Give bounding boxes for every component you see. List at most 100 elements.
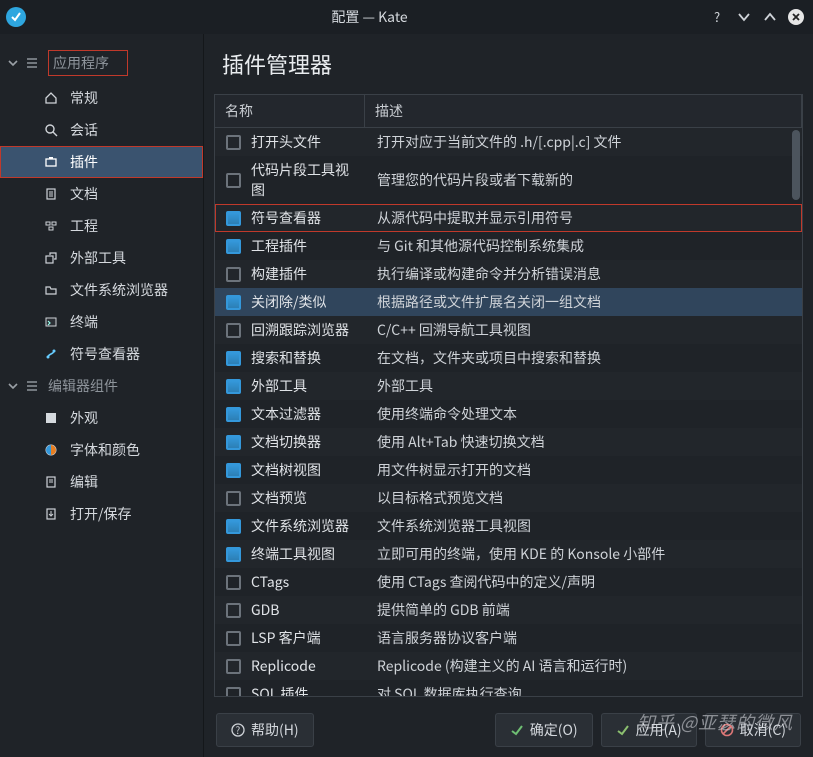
table-row[interactable]: 外部工具外部工具	[215, 372, 802, 400]
plugin-checkbox[interactable]	[226, 575, 241, 590]
plugin-desc: 从源代码中提取并显示引用符号	[365, 208, 802, 228]
close-button[interactable]	[785, 6, 807, 28]
sidebar-item-label: 插件	[70, 152, 98, 172]
table-row[interactable]: GDB提供简单的 GDB 前端	[215, 596, 802, 624]
table-row[interactable]: 关闭除/类似根据路径或文件扩展名关闭一组文档	[215, 288, 802, 316]
plugin-checkbox[interactable]	[226, 435, 241, 450]
table-row[interactable]: SQL 插件对 SQL 数据库执行查询	[215, 680, 802, 696]
table-row[interactable]: 文本过滤器使用终端命令处理文本	[215, 400, 802, 428]
help-button[interactable]: ? 帮助(H)	[216, 713, 314, 747]
plugin-checkbox[interactable]	[226, 631, 241, 646]
sidebar-item[interactable]: 会话	[0, 114, 203, 146]
sidebar-group-editor[interactable]: 编辑器组件	[0, 370, 203, 402]
plugin-desc: 与 Git 和其他源代码控制系统集成	[365, 236, 802, 256]
plugin-checkbox[interactable]	[226, 267, 241, 282]
apply-label: 应用(A)	[636, 720, 682, 740]
sidebar-item[interactable]: 打开/保存	[0, 498, 203, 530]
plugin-checkbox[interactable]	[226, 211, 241, 226]
table-row[interactable]: 文档预览以目标格式预览文档	[215, 484, 802, 512]
table-row[interactable]: 文件系统浏览器文件系统浏览器工具视图	[215, 512, 802, 540]
plugin-checkbox[interactable]	[226, 295, 241, 310]
plugin-name: 打开头文件	[251, 132, 365, 152]
checkbox-cell	[215, 267, 251, 282]
folder-icon	[42, 283, 60, 297]
sidebar: 应用程序 常规会话插件文档工程外部工具文件系统浏览器终端符号查看器 编辑器组件 …	[0, 34, 204, 757]
svg-text:?: ?	[236, 723, 241, 737]
plugin-desc: 外部工具	[365, 376, 802, 396]
table-row[interactable]: 终端工具视图立即可用的终端，使用 KDE 的 Konsole 小部件	[215, 540, 802, 568]
plugin-desc: C/C++ 回溯导航工具视图	[365, 320, 802, 340]
table-body[interactable]: 打开头文件打开对应于当前文件的 .h/[.cpp|.c] 文件代码片段工具视图管…	[215, 128, 802, 696]
table-row[interactable]: 文档切换器使用 Alt+Tab 快速切换文档	[215, 428, 802, 456]
plugin-checkbox[interactable]	[226, 173, 241, 188]
plugin-checkbox[interactable]	[226, 463, 241, 478]
table-row[interactable]: 打开头文件打开对应于当前文件的 .h/[.cpp|.c] 文件	[215, 128, 802, 156]
sidebar-item[interactable]: 编辑	[0, 466, 203, 498]
sidebar-item[interactable]: 文件系统浏览器	[0, 274, 203, 306]
scrollbar[interactable]	[792, 130, 800, 200]
sidebar-item-label: 符号查看器	[70, 344, 140, 364]
sidebar-item[interactable]: 外观	[0, 402, 203, 434]
help-button[interactable]: ?	[707, 6, 729, 28]
plugin-checkbox[interactable]	[226, 323, 241, 338]
table-row[interactable]: LSP 客户端语言服务器协议客户端	[215, 624, 802, 652]
symbol-icon	[42, 347, 60, 361]
plugin-desc: 根据路径或文件扩展名关闭一组文档	[365, 292, 802, 312]
table-row[interactable]: 搜索和替换在文档，文件夹或项目中搜索和替换	[215, 344, 802, 372]
window-title: 配置 — Kate	[36, 7, 703, 27]
apply-button[interactable]: 应用(A)	[601, 713, 697, 747]
external-icon	[42, 251, 60, 265]
checkbox-cell	[215, 239, 251, 254]
sidebar-item[interactable]: 字体和颜色	[0, 434, 203, 466]
sidebar-item[interactable]: 文档	[0, 178, 203, 210]
sidebar-item[interactable]: 常规	[0, 82, 203, 114]
plugin-desc: 使用终端命令处理文本	[365, 404, 802, 424]
plugin-checkbox[interactable]	[226, 687, 241, 697]
plugin-name: LSP 客户端	[251, 628, 365, 648]
table-row[interactable]: 符号查看器从源代码中提取并显示引用符号	[215, 204, 802, 232]
table-row[interactable]: 工程插件与 Git 和其他源代码控制系统集成	[215, 232, 802, 260]
table-row[interactable]: 代码片段工具视图管理您的代码片段或者下载新的	[215, 156, 802, 204]
plugin-checkbox[interactable]	[226, 547, 241, 562]
plugin-name: 工程插件	[251, 236, 365, 256]
sidebar-group-app[interactable]: 应用程序	[0, 44, 203, 82]
column-name[interactable]: 名称	[215, 95, 365, 127]
plugin-desc: 使用 CTags 查阅代码中的定义/声明	[365, 572, 802, 592]
sidebar-item[interactable]: 符号查看器	[0, 338, 203, 370]
table-row[interactable]: 构建插件执行编译或构建命令并分析错误消息	[215, 260, 802, 288]
checkbox-cell	[215, 631, 251, 646]
doc-icon	[42, 187, 60, 201]
cancel-button[interactable]: 取消(C)	[705, 713, 801, 747]
plugin-checkbox[interactable]	[226, 351, 241, 366]
ok-button[interactable]: 确定(O)	[495, 713, 593, 747]
project-icon	[42, 219, 60, 233]
sidebar-item[interactable]: 外部工具	[0, 242, 203, 274]
plugin-checkbox[interactable]	[226, 519, 241, 534]
plugin-checkbox[interactable]	[226, 603, 241, 618]
plugin-checkbox[interactable]	[226, 379, 241, 394]
table-row[interactable]: 回溯跟踪浏览器C/C++ 回溯导航工具视图	[215, 316, 802, 344]
minimize-button[interactable]	[733, 6, 755, 28]
sidebar-item[interactable]: 终端	[0, 306, 203, 338]
sidebar-item[interactable]: 工程	[0, 210, 203, 242]
plugin-name: 外部工具	[251, 376, 365, 396]
cancel-label: 取消(C)	[740, 720, 786, 740]
plugin-name: 构建插件	[251, 264, 365, 284]
table-row[interactable]: ReplicodeReplicode (构建主义的 AI 语言和运行时)	[215, 652, 802, 680]
sidebar-item[interactable]: 插件	[0, 146, 203, 178]
plugin-name: 关闭除/类似	[251, 292, 365, 312]
plugin-checkbox[interactable]	[226, 135, 241, 150]
plugin-checkbox[interactable]	[226, 659, 241, 674]
checkbox-cell	[215, 379, 251, 394]
maximize-button[interactable]	[759, 6, 781, 28]
table-row[interactable]: CTags使用 CTags 查阅代码中的定义/声明	[215, 568, 802, 596]
plugin-name: 文档树视图	[251, 460, 365, 480]
plugin-desc: 语言服务器协议客户端	[365, 628, 802, 648]
table-row[interactable]: 文档树视图用文件树显示打开的文档	[215, 456, 802, 484]
plugin-checkbox[interactable]	[226, 491, 241, 506]
column-desc[interactable]: 描述	[365, 95, 802, 127]
plugin-checkbox[interactable]	[226, 239, 241, 254]
checkbox-cell	[215, 687, 251, 697]
plugin-checkbox[interactable]	[226, 407, 241, 422]
sidebar-item-label: 外部工具	[70, 248, 126, 268]
